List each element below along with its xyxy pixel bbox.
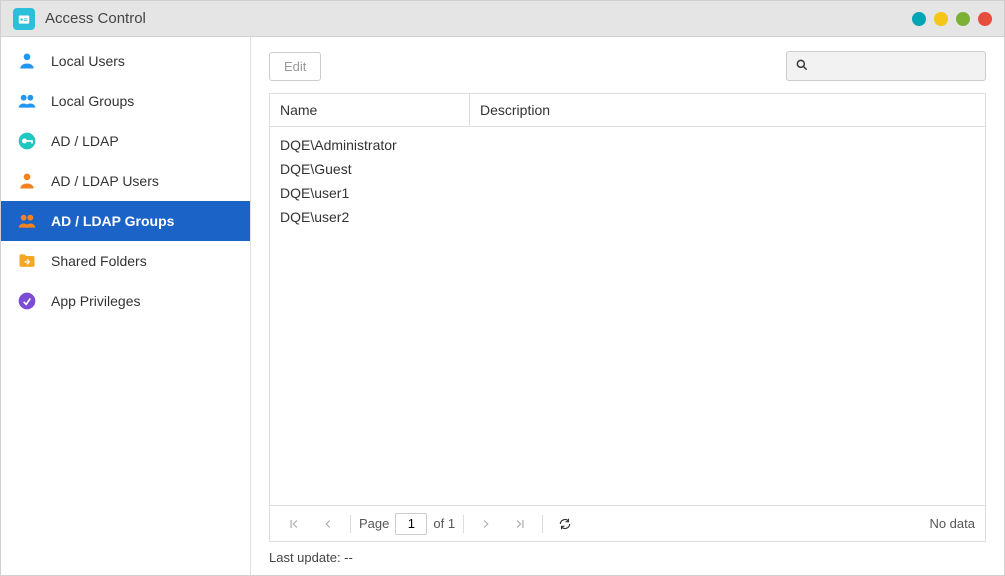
sidebar-item-local-groups[interactable]: Local Groups xyxy=(1,81,250,121)
privileges-icon xyxy=(17,291,37,311)
page-label: Page xyxy=(359,516,389,531)
cell-desc xyxy=(470,183,985,203)
sidebar-item-label: App Privileges xyxy=(51,293,141,309)
search-icon xyxy=(795,58,809,75)
col-name[interactable]: Name xyxy=(270,94,470,126)
edit-button[interactable]: Edit xyxy=(269,52,321,81)
cell-desc xyxy=(470,207,985,227)
prev-page-button[interactable] xyxy=(314,512,342,536)
page-input[interactable] xyxy=(395,513,427,535)
sidebar-item-ad-ldap-groups[interactable]: AD / LDAP Groups xyxy=(1,201,250,241)
data-table: Name Description DQE\Administrator DQE\G… xyxy=(269,93,986,542)
search-input[interactable] xyxy=(815,59,991,74)
titlebar: Access Control xyxy=(1,1,1004,37)
folder-icon xyxy=(17,251,37,271)
refresh-button[interactable] xyxy=(551,512,579,536)
cell-desc xyxy=(470,159,985,179)
table-row[interactable]: DQE\Guest xyxy=(270,157,985,181)
last-page-button[interactable] xyxy=(506,512,534,536)
page-of-label: of 1 xyxy=(433,516,455,531)
window-dot-teal[interactable] xyxy=(912,12,926,26)
cell-name: DQE\user1 xyxy=(270,183,470,203)
user-orange-icon xyxy=(17,171,37,191)
sidebar: Local Users Local Groups AD / LDAP AD / … xyxy=(1,37,251,575)
sidebar-item-label: AD / LDAP Users xyxy=(51,173,159,189)
app-icon xyxy=(13,8,35,30)
user-icon xyxy=(17,51,37,71)
sidebar-item-local-users[interactable]: Local Users xyxy=(1,41,250,81)
cell-desc xyxy=(470,135,985,155)
search-box[interactable] xyxy=(786,51,986,81)
sidebar-item-label: Shared Folders xyxy=(51,253,147,269)
window-controls xyxy=(912,12,992,26)
next-page-button[interactable] xyxy=(472,512,500,536)
sidebar-item-label: Local Users xyxy=(51,53,125,69)
key-icon xyxy=(17,131,37,151)
window-dot-green[interactable] xyxy=(956,12,970,26)
last-update: Last update: -- xyxy=(269,542,986,565)
cell-name: DQE\Administrator xyxy=(270,135,470,155)
window-dot-red[interactable] xyxy=(978,12,992,26)
table-header: Name Description xyxy=(270,94,985,127)
window-title: Access Control xyxy=(45,10,146,27)
group-orange-icon xyxy=(17,211,37,231)
table-row[interactable]: DQE\Administrator xyxy=(270,133,985,157)
pager-status: No data xyxy=(929,516,975,531)
pager: Page of 1 No data xyxy=(270,505,985,541)
sidebar-item-app-privileges[interactable]: App Privileges xyxy=(1,281,250,321)
group-icon xyxy=(17,91,37,111)
sidebar-item-ad-ldap[interactable]: AD / LDAP xyxy=(1,121,250,161)
col-description[interactable]: Description xyxy=(470,94,985,126)
table-body: DQE\Administrator DQE\Guest DQE\user1 DQ… xyxy=(270,127,985,505)
sidebar-item-shared-folders[interactable]: Shared Folders xyxy=(1,241,250,281)
cell-name: DQE\Guest xyxy=(270,159,470,179)
sidebar-item-ad-ldap-users[interactable]: AD / LDAP Users xyxy=(1,161,250,201)
sidebar-item-label: AD / LDAP xyxy=(51,133,119,149)
toolbar: Edit xyxy=(269,51,986,81)
cell-name: DQE\user2 xyxy=(270,207,470,227)
sidebar-item-label: AD / LDAP Groups xyxy=(51,213,174,229)
sidebar-item-label: Local Groups xyxy=(51,93,134,109)
table-row[interactable]: DQE\user1 xyxy=(270,181,985,205)
first-page-button[interactable] xyxy=(280,512,308,536)
table-row[interactable]: DQE\user2 xyxy=(270,205,985,229)
app-window: Access Control Local Users Local Groups xyxy=(0,0,1005,576)
main-content: Edit Name Description DQE\Administrator xyxy=(251,37,1004,575)
window-dot-yellow[interactable] xyxy=(934,12,948,26)
